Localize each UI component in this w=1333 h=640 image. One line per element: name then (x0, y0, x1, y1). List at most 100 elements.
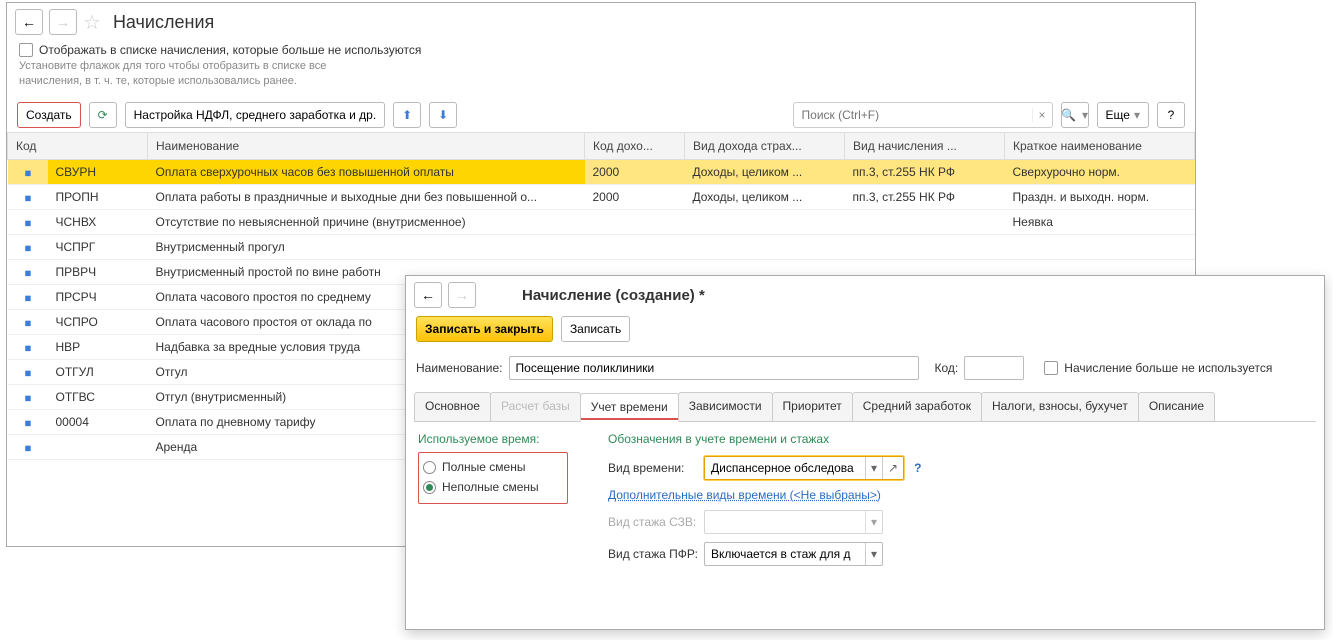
extra-time-link[interactable]: Дополнительные виды времени (<Не выбраны… (608, 488, 881, 502)
open-icon[interactable]: ↗ (882, 457, 903, 479)
cell-code: ОТГУЛ (48, 359, 148, 384)
cell-code: ПРВРЧ (48, 259, 148, 284)
nav-forward-button[interactable]: → (49, 9, 77, 35)
arrow-right-icon: → (455, 288, 469, 302)
radio-partial-shift[interactable]: Неполные смены (423, 477, 561, 497)
tab-1: Расчет базы (490, 392, 581, 421)
table-row[interactable]: ◆ ЧСПРГ Внутрисменный прогул (8, 234, 1195, 259)
cell-name: Внутрисменный прогул (148, 234, 585, 259)
col-short-name[interactable]: Краткое наименование (1005, 132, 1195, 159)
row-bullet-icon: ◆ (21, 417, 34, 430)
cell-code: НВР (48, 334, 148, 359)
tab-4[interactable]: Приоритет (772, 392, 853, 421)
marks-section: Обозначения в учете времени и стажах (608, 432, 1312, 446)
dialog-title: Начисление (создание) * (522, 287, 705, 304)
row-bullet-icon: ◆ (21, 367, 34, 380)
name-input[interactable] (509, 356, 919, 380)
dropdown-icon[interactable]: ▾ (865, 457, 882, 479)
dlg-nav-forward-button[interactable]: → (448, 282, 476, 308)
dropdown-icon[interactable]: ▾ (865, 543, 882, 565)
nav-back-button[interactable]: ← (15, 9, 43, 35)
radio-icon (423, 461, 436, 474)
szv-input[interactable] (705, 515, 865, 529)
cell-short (1005, 234, 1195, 259)
col-income-type[interactable]: Вид дохода страх... (685, 132, 845, 159)
dlg-nav-back-button[interactable]: ← (414, 282, 442, 308)
name-label: Наименование: (416, 361, 503, 375)
cell-itype: Доходы, целиком ... (685, 184, 845, 209)
move-down-button[interactable]: ⬇ (429, 102, 457, 128)
save-button[interactable]: Записать (561, 316, 630, 342)
dropdown-icon[interactable]: ▾ (865, 511, 882, 533)
tab-body-time: Используемое время: Полные смены Неполны… (406, 422, 1324, 580)
more-button[interactable]: Еще ▾ (1097, 102, 1149, 128)
refresh-icon: ⟳ (98, 108, 108, 122)
cell-atype: пп.3, ст.255 НК РФ (845, 159, 1005, 184)
pfr-combo[interactable]: ▾ (704, 542, 883, 566)
cell-code: 00004 (48, 409, 148, 434)
page-title: Начисления (113, 12, 214, 33)
pfr-label: Вид стажа ПФР: (608, 547, 698, 561)
tab-2[interactable]: Учет времени (580, 393, 679, 422)
cell-code (48, 434, 148, 459)
row-bullet-icon: ◆ (21, 317, 34, 330)
setup-button[interactable]: Настройка НДФЛ, среднего заработка и др. (125, 102, 386, 128)
show-inactive-checkbox[interactable] (19, 43, 33, 57)
help-icon[interactable]: ? (914, 461, 921, 475)
cell-code: ПРОПН (48, 184, 148, 209)
cell-code: ОТГВС (48, 384, 148, 409)
row-bullet-icon: ◆ (21, 267, 34, 280)
row-bullet-icon: ◆ (21, 392, 34, 405)
help-button[interactable]: ? (1157, 102, 1185, 128)
code-label: Код: (935, 361, 959, 375)
row-bullet-icon: ◆ (21, 217, 34, 230)
szv-label: Вид стажа СЗВ: (608, 515, 698, 529)
hint-text: Установите флажок для того чтобы отобраз… (7, 59, 357, 98)
left-column: Используемое время: Полные смены Неполны… (418, 432, 568, 570)
inactive-label: Начисление больше не используется (1064, 361, 1272, 375)
tab-6[interactable]: Налоги, взносы, бухучет (981, 392, 1139, 421)
shift-radio-group: Полные смены Неполные смены (418, 452, 568, 504)
row-bullet-icon: ◆ (21, 342, 34, 355)
tab-3[interactable]: Зависимости (678, 392, 773, 421)
cell-name: Оплата сверхурочных часов без повышенной… (148, 159, 585, 184)
time-type-input[interactable] (705, 461, 865, 475)
radio-full-shift[interactable]: Полные смены (423, 457, 561, 477)
inactive-checkbox[interactable] (1044, 361, 1058, 375)
search-clear-button[interactable]: × (1032, 108, 1052, 122)
pfr-input[interactable] (705, 547, 865, 561)
szv-combo[interactable]: ▾ (704, 510, 883, 534)
show-inactive-label: Отображать в списке начисления, которые … (39, 43, 421, 57)
table-header-row: Код Наименование Код дохо... Вид дохода … (8, 132, 1195, 159)
col-code[interactable]: Код (8, 132, 148, 159)
lookup-button[interactable]: 🔍▾ (1061, 102, 1089, 128)
create-button[interactable]: Создать (17, 102, 81, 128)
cell-income (585, 234, 685, 259)
tab-0[interactable]: Основное (414, 392, 491, 421)
cell-itype (685, 209, 845, 234)
table-row[interactable]: ◆ СВУРН Оплата сверхурочных часов без по… (8, 159, 1195, 184)
code-input[interactable] (964, 356, 1024, 380)
cell-short: Праздн. и выходн. норм. (1005, 184, 1195, 209)
row-bullet-icon: ◆ (21, 292, 34, 305)
tab-5[interactable]: Средний заработок (852, 392, 982, 421)
cell-income: 2000 (585, 159, 685, 184)
move-up-button[interactable]: ⬆ (393, 102, 421, 128)
main-toolbar: ← → ☆ Начисления (7, 3, 1195, 41)
cell-name: Оплата работы в праздничные и выходные д… (148, 184, 585, 209)
search-input[interactable] (794, 108, 1032, 122)
time-type-combo[interactable]: ▾ ↗ (704, 456, 904, 480)
table-row[interactable]: ◆ ЧСНВХ Отсутствие по невыясненной причи… (8, 209, 1195, 234)
row-bullet-icon: ◆ (21, 242, 34, 255)
col-accrual-type[interactable]: Вид начисления ... (845, 132, 1005, 159)
tab-7[interactable]: Описание (1138, 392, 1215, 421)
favorite-star-icon[interactable]: ☆ (83, 10, 101, 35)
col-name[interactable]: Наименование (148, 132, 585, 159)
show-inactive-row: Отображать в списке начисления, которые … (7, 41, 1195, 59)
refresh-button[interactable]: ⟳ (89, 102, 117, 128)
arrow-right-icon: → (56, 15, 70, 29)
radio-icon-checked (423, 481, 436, 494)
save-close-button[interactable]: Записать и закрыть (416, 316, 553, 342)
col-income-code[interactable]: Код дохо... (585, 132, 685, 159)
table-row[interactable]: ◆ ПРОПН Оплата работы в праздничные и вы… (8, 184, 1195, 209)
